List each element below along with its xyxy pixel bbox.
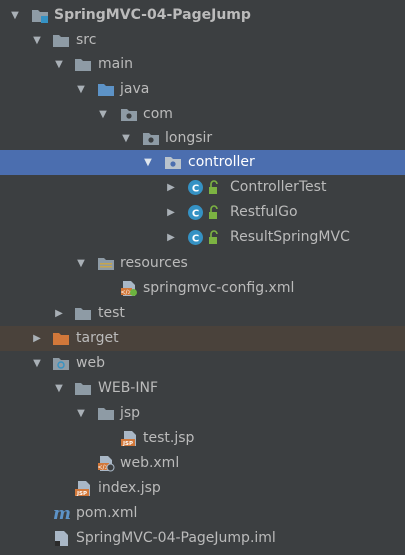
tree-item-label: WEB-INF (98, 380, 158, 396)
tree-item-test-jsp[interactable]: JSP test.jsp (0, 426, 405, 451)
svg-text:C: C (192, 234, 199, 245)
lock-open-icon (208, 229, 220, 246)
svg-text:JSP: JSP (122, 441, 133, 447)
project-folder-icon (31, 7, 49, 24)
tree-item-web[interactable]: ▼ web (0, 351, 405, 376)
tree-item-label: pom.xml (76, 505, 138, 521)
maven-file-icon: m (51, 505, 73, 522)
chevron-down-icon[interactable]: ▼ (96, 102, 110, 127)
tree-item-label: resources (120, 255, 188, 271)
tree-item-target[interactable]: ▶ target (0, 326, 405, 351)
tree-item-label: src (76, 32, 97, 48)
lock-open-icon (208, 204, 220, 221)
tree-item-pom-xml[interactable]: m pom.xml (0, 501, 405, 526)
project-tree: ▼ SpringMVC-04-PageJump ▼ src ▼ main ▼ j… (0, 0, 405, 555)
jsp-file-icon: JSP (74, 480, 92, 497)
chevron-down-icon[interactable]: ▼ (74, 401, 88, 426)
tree-item-label: jsp (120, 405, 141, 421)
chevron-right-icon[interactable]: ▶ (164, 225, 178, 250)
tree-item-com[interactable]: ▼ com (0, 102, 405, 127)
excluded-folder-icon (52, 330, 70, 347)
tree-item-controllertest[interactable]: ▶ C ControllerTest (0, 175, 405, 200)
iml-file-icon (52, 530, 70, 547)
tree-item-label: main (98, 56, 133, 72)
chevron-down-icon[interactable]: ▼ (141, 150, 155, 175)
chevron-down-icon[interactable]: ▼ (30, 351, 44, 376)
svg-text:JSP: JSP (76, 491, 87, 497)
tree-item-label: web (76, 355, 105, 371)
tree-item-label: RestfulGo (230, 204, 298, 220)
tree-item-main[interactable]: ▼ main (0, 52, 405, 77)
tree-item-label: index.jsp (98, 480, 161, 496)
package-icon (142, 130, 160, 147)
tree-item-test[interactable]: ▶ test (0, 301, 405, 326)
tree-item-src[interactable]: ▼ src (0, 28, 405, 53)
tree-item-label: target (76, 330, 119, 346)
folder-icon (74, 305, 92, 322)
tree-item-label: web.xml (120, 455, 180, 471)
tree-item-java[interactable]: ▼ java (0, 77, 405, 102)
jsp-file-icon: JSP (120, 430, 138, 447)
svg-text:C: C (192, 184, 199, 195)
tree-item-label: test.jsp (143, 430, 195, 446)
tree-item-iml-file[interactable]: SpringMVC-04-PageJump.iml (0, 526, 405, 551)
web-folder-icon (52, 355, 70, 372)
tree-item-restfulgo[interactable]: ▶ C RestfulGo (0, 200, 405, 225)
tree-item-label: com (143, 106, 173, 122)
tree-item-label: longsir (165, 130, 213, 146)
tree-item-label: ResultSpringMVC (230, 229, 350, 245)
tree-item-index-jsp[interactable]: JSP index.jsp (0, 476, 405, 501)
tree-item-web-xml[interactable]: </> web.xml (0, 451, 405, 476)
tree-item-longsir[interactable]: ▼ longsir (0, 126, 405, 151)
tree-item-label: java (120, 81, 150, 97)
tree-item-project-root[interactable]: ▼ SpringMVC-04-PageJump (0, 3, 405, 28)
folder-icon (74, 56, 92, 73)
folder-icon (74, 380, 92, 397)
chevron-down-icon[interactable]: ▼ (52, 376, 66, 401)
tree-item-label: ControllerTest (230, 179, 327, 195)
java-class-icon: C (187, 229, 205, 246)
chevron-down-icon[interactable]: ▼ (52, 52, 66, 77)
chevron-down-icon[interactable]: ▼ (8, 3, 22, 28)
tree-item-springmvc-config-xml[interactable]: </> springmvc-config.xml (0, 276, 405, 301)
tree-item-resultspringmvc[interactable]: ▶ C ResultSpringMVC (0, 225, 405, 250)
lock-open-icon (208, 179, 220, 196)
spring-xml-file-icon: </> (120, 280, 138, 297)
package-icon (164, 154, 182, 171)
tree-item-label: SpringMVC-04-PageJump.iml (76, 530, 276, 546)
source-root-folder-icon (97, 81, 115, 98)
tree-item-label: SpringMVC-04-PageJump (54, 7, 251, 23)
tree-item-web-inf[interactable]: ▼ WEB-INF (0, 376, 405, 401)
package-icon (120, 106, 138, 123)
tree-item-label: controller (188, 154, 255, 170)
tree-item-jsp[interactable]: ▼ jsp (0, 401, 405, 426)
tree-item-controller[interactable]: ▼ controller (0, 150, 405, 175)
chevron-down-icon[interactable]: ▼ (74, 251, 88, 276)
web-xml-file-icon: </> (97, 455, 115, 472)
chevron-right-icon[interactable]: ▶ (164, 175, 178, 200)
svg-text:m: m (53, 505, 71, 522)
tree-item-label: springmvc-config.xml (143, 280, 295, 296)
tree-item-label: test (98, 305, 125, 321)
chevron-right-icon[interactable]: ▶ (30, 326, 44, 351)
chevron-right-icon[interactable]: ▶ (164, 200, 178, 225)
chevron-down-icon[interactable]: ▼ (30, 28, 44, 53)
folder-icon (52, 32, 70, 49)
java-class-icon: C (187, 179, 205, 196)
java-class-icon: C (187, 204, 205, 221)
svg-text:C: C (192, 209, 199, 220)
chevron-down-icon[interactable]: ▼ (74, 77, 88, 102)
chevron-down-icon[interactable]: ▼ (119, 126, 133, 151)
tree-item-resources[interactable]: ▼ resources (0, 251, 405, 276)
folder-icon (97, 405, 115, 422)
resources-folder-icon (97, 255, 115, 272)
chevron-right-icon[interactable]: ▶ (52, 301, 66, 326)
